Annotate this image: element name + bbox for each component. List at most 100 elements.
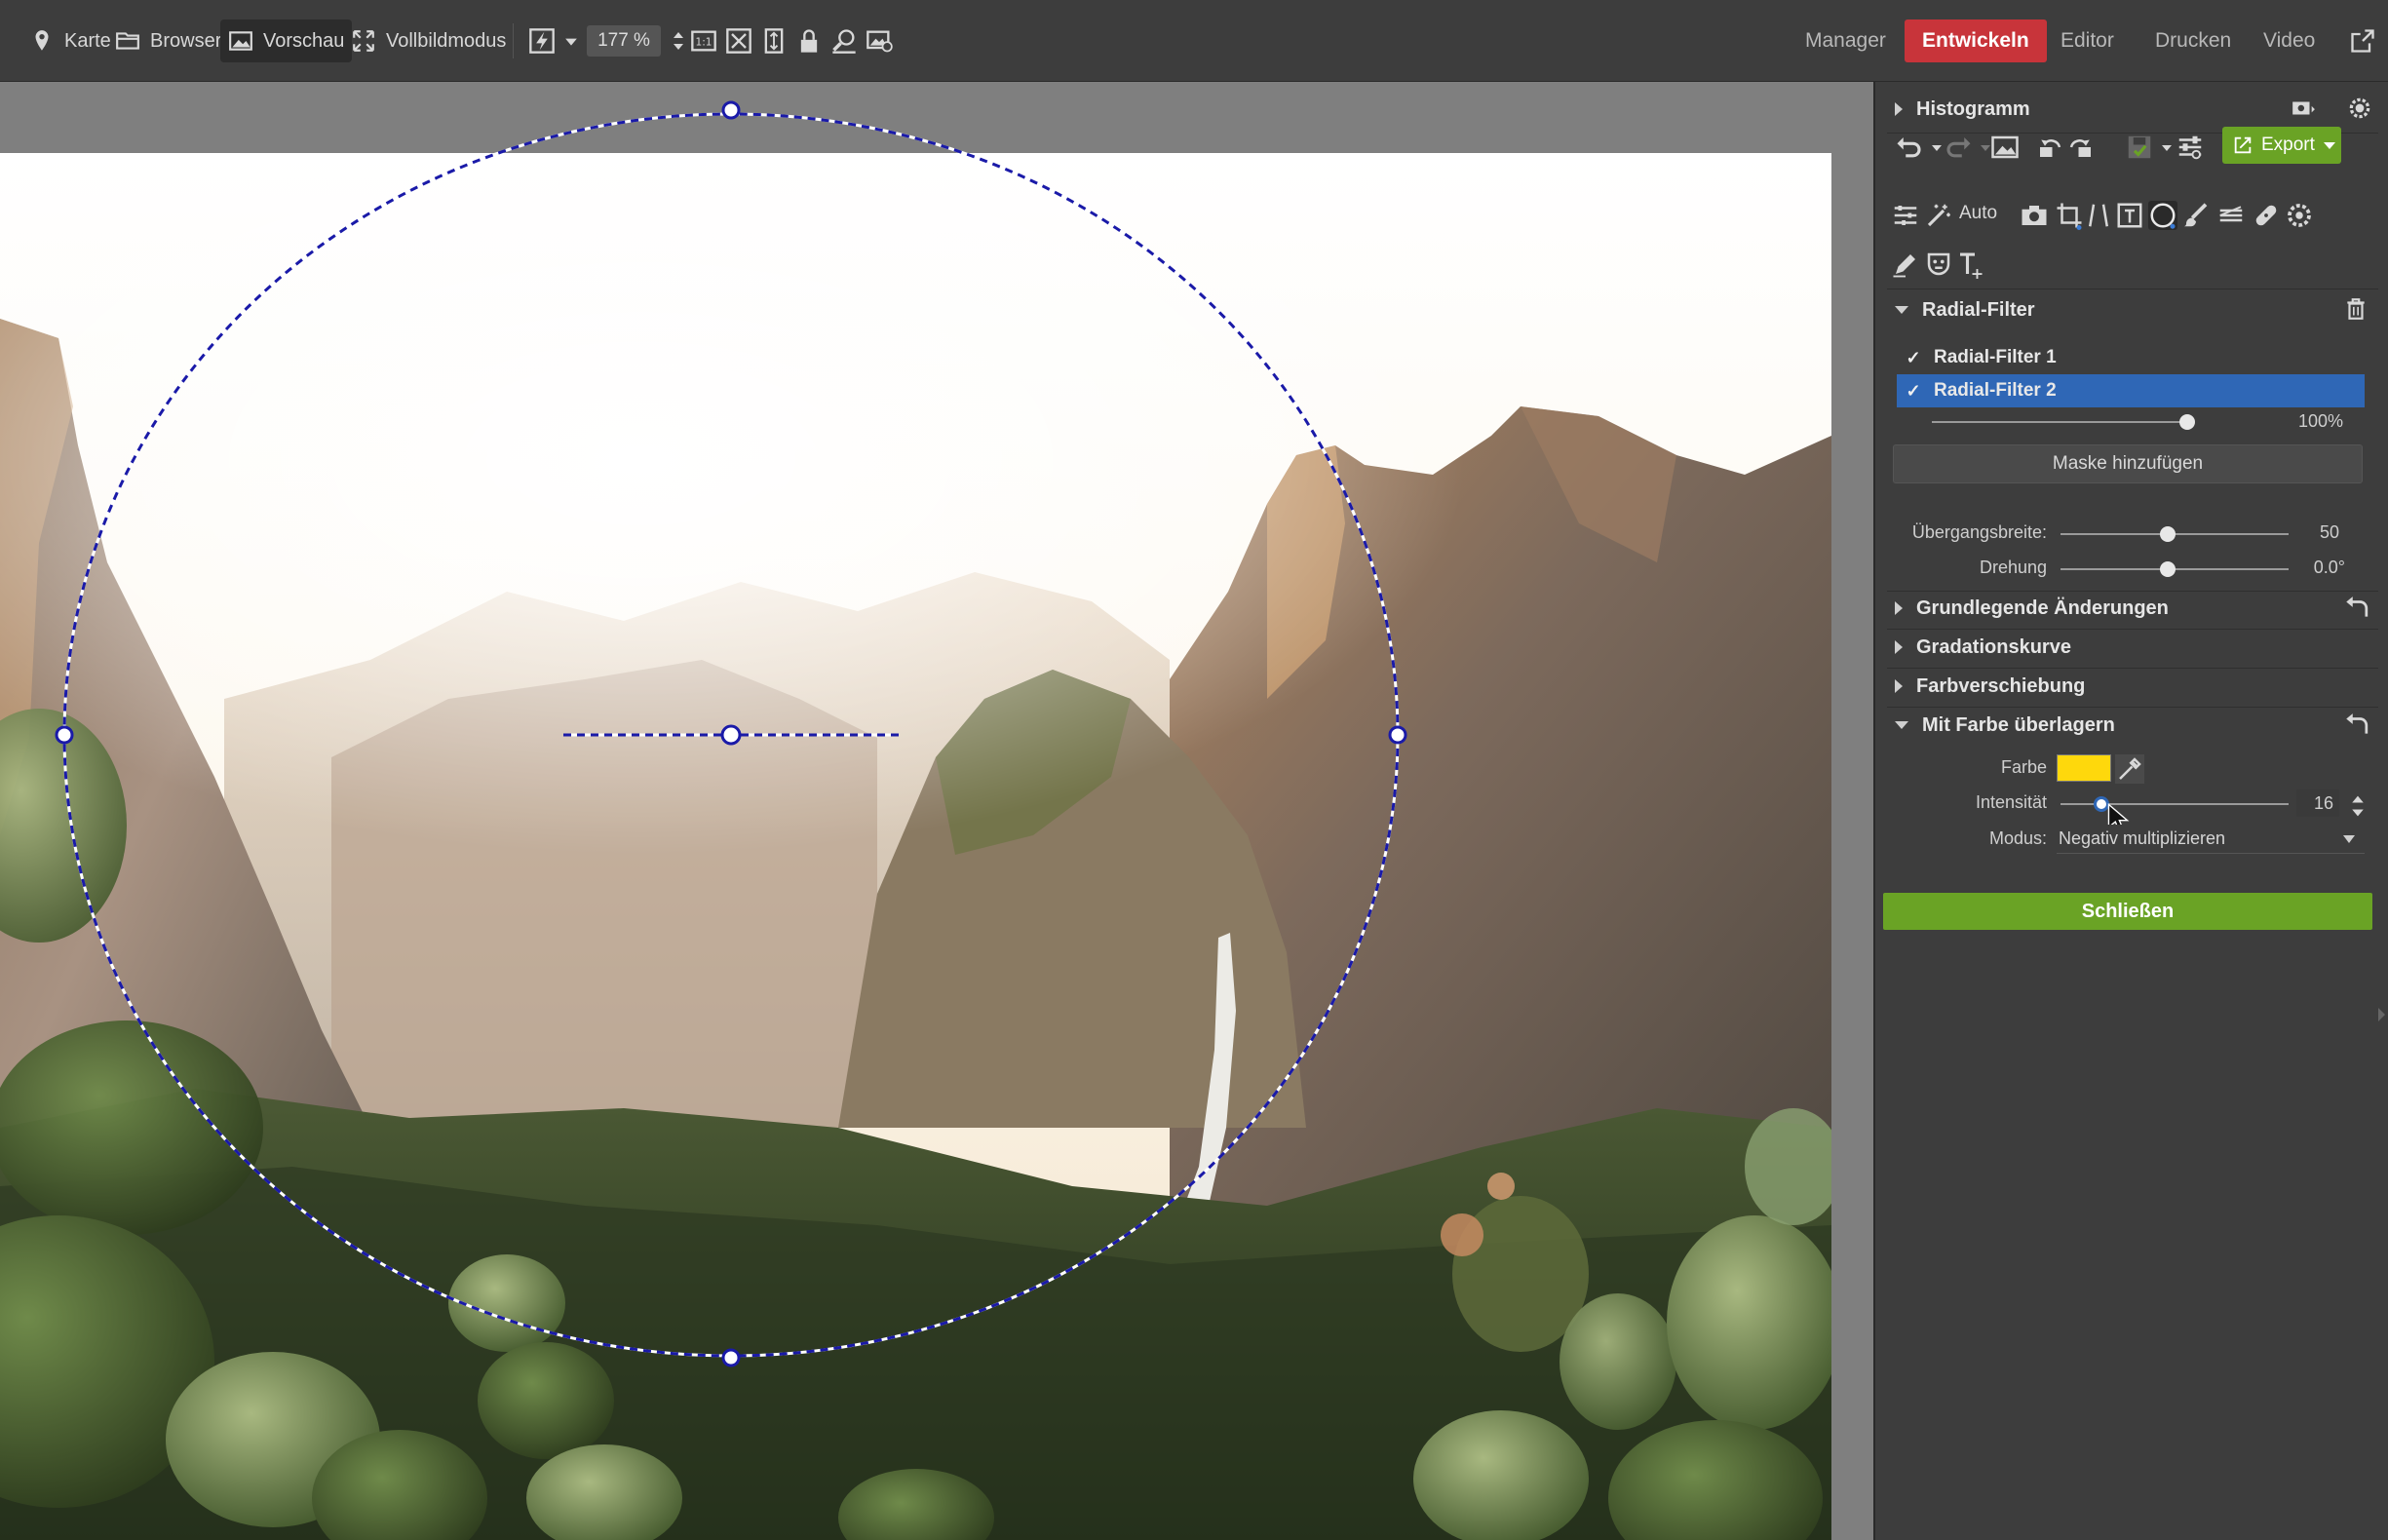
histogram-view-button[interactable] [2291, 96, 2316, 121]
add-mask-button[interactable]: Maske hinzufügen [1893, 444, 2363, 483]
filter-name: Radial-Filter 2 [1934, 380, 2057, 401]
export-dropdown[interactable] [2324, 141, 2335, 149]
magic-wand-icon [1927, 204, 1950, 227]
rotation-slider-knob[interactable] [2160, 561, 2176, 577]
zoom-stepper[interactable] [665, 27, 683, 55]
rotation-label: Drehung [1979, 558, 2047, 577]
opacity-slider[interactable] [1932, 421, 2187, 423]
checkbox[interactable]: ✓ [1903, 381, 1924, 402]
close-button[interactable]: Schließen [1883, 893, 2372, 930]
list-item-radial-filter-1[interactable]: ✓ Radial-Filter 1 [1897, 341, 2365, 374]
camera-tool[interactable] [2020, 201, 2049, 230]
opacity-slider-knob[interactable] [2179, 414, 2195, 430]
blend-mode-select[interactable]: Negativ multiplizieren [2057, 825, 2365, 854]
face-tool[interactable] [1924, 250, 1953, 279]
browser-button[interactable]: Browser [115, 19, 221, 62]
text-icon [1960, 252, 1983, 279]
radial-filter-title: Radial-Filter [1922, 298, 2035, 321]
radial-filter-overlay[interactable] [0, 82, 1873, 1540]
rotation-value: 0.0° [2313, 558, 2345, 577]
expand-arrow-icon [1895, 679, 1903, 693]
reset-basic-button[interactable] [2343, 596, 2369, 621]
rotate-left-icon [2040, 139, 2061, 157]
rotate-right-button[interactable] [2066, 133, 2096, 162]
healing-tool[interactable] [2252, 201, 2281, 230]
fullscreen-button[interactable]: Vollbildmodus [351, 19, 506, 62]
color-overlay-header[interactable]: Mit Farbe überlagern [1887, 706, 2374, 745]
intensity-field[interactable]: 16 [2296, 789, 2339, 817]
sliders-icon [2178, 135, 2202, 160]
zoom-1to1-button[interactable]: 1:1 [690, 27, 717, 55]
compare-button[interactable] [866, 27, 893, 55]
reset-overlay-button[interactable] [2343, 712, 2369, 738]
image-icon [229, 31, 252, 51]
tab-editor[interactable]: Editor [2061, 19, 2114, 62]
gradient-filter-icon [2219, 206, 2243, 222]
auto-label[interactable]: Auto [1959, 203, 1997, 224]
tab-manager[interactable]: Manager [1805, 19, 1886, 62]
auto-tool[interactable] [1924, 201, 1953, 230]
transition-slider-knob[interactable] [2160, 526, 2176, 542]
image-icon [1991, 135, 2019, 159]
color-swatch[interactable] [2057, 754, 2111, 782]
tab-print[interactable]: Drucken [2155, 19, 2231, 62]
export-button[interactable]: Export [2222, 127, 2341, 164]
brush-icon [2183, 203, 2208, 227]
export-label: Export [2261, 135, 2315, 155]
quick-fix-dropdown[interactable] [558, 27, 577, 55]
intensity-stepper[interactable] [2343, 791, 2364, 817]
lock-button[interactable] [795, 27, 823, 55]
undo-button[interactable] [1895, 133, 1924, 162]
histogram-settings-button[interactable] [2347, 96, 2372, 121]
checkbox[interactable]: ✓ [1903, 348, 1924, 368]
curves-header[interactable]: Gradationskurve [1887, 628, 2374, 667]
fit-height-button[interactable] [760, 27, 788, 55]
compare-icon [867, 30, 893, 53]
preview-label: Vorschau [263, 29, 345, 52]
external-window-button[interactable] [2349, 27, 2376, 55]
perspective-tool[interactable] [2084, 201, 2113, 230]
zoom-field[interactable]: 177 % [587, 25, 661, 57]
tab-video[interactable]: Video [2263, 19, 2315, 62]
quick-fix-button[interactable] [528, 27, 556, 55]
eraser-tool[interactable] [1891, 250, 1920, 279]
settings-tool[interactable] [2285, 201, 2314, 230]
undo-dropdown[interactable] [1922, 133, 1942, 162]
crop-tool[interactable] [2055, 201, 2084, 230]
panel-collapse-arrow-icon[interactable] [2378, 1008, 2385, 1021]
transition-label: Übergangsbreite: [1911, 522, 2047, 542]
radial-filter-section-header[interactable]: Radial-Filter [1887, 290, 2374, 329]
delete-filter-button[interactable] [2343, 296, 2369, 322]
fit-screen-icon [726, 28, 751, 54]
image-viewport[interactable] [0, 82, 1873, 1540]
preview-button[interactable]: Vorschau [220, 19, 353, 62]
rotate-left-button[interactable] [2035, 133, 2064, 162]
expand-arrow-icon [1895, 102, 1903, 116]
text-frame-tool[interactable] [2115, 201, 2144, 230]
radial-filter-tool[interactable] [2148, 201, 2177, 230]
redo-dropdown[interactable] [1971, 133, 1990, 162]
bandage-icon [2255, 205, 2277, 226]
expand-arrow-icon [1895, 640, 1903, 654]
basic-adjustments-header[interactable]: Grundlegende Änderungen [1887, 589, 2374, 628]
list-item-radial-filter-2[interactable]: ✓ Radial-Filter 2 [1897, 374, 2365, 407]
pen-icon [1893, 254, 1915, 278]
fullscreen-label: Vollbildmodus [386, 29, 507, 52]
save-button[interactable] [2125, 133, 2154, 162]
save-dropdown[interactable] [2152, 133, 2172, 162]
stepper-icon [2352, 795, 2364, 817]
fit-to-screen-button[interactable] [725, 27, 752, 55]
adjustments-tool[interactable] [1891, 201, 1920, 230]
eyedropper-button[interactable] [2115, 754, 2144, 784]
gradient-tool[interactable] [2216, 201, 2246, 230]
redo-button[interactable] [1944, 133, 1973, 162]
loupe-button[interactable] [830, 27, 858, 55]
color-shift-header[interactable]: Farbverschiebung [1887, 667, 2374, 706]
presets-button[interactable] [2176, 133, 2205, 162]
map-button[interactable]: Karte [29, 19, 111, 62]
color-label: Farbe [2000, 757, 2047, 777]
brush-tool[interactable] [2181, 201, 2211, 230]
text-tool[interactable] [1955, 250, 1984, 279]
tab-develop[interactable]: Entwickeln [1905, 19, 2047, 62]
original-image-button[interactable] [1990, 133, 2020, 162]
